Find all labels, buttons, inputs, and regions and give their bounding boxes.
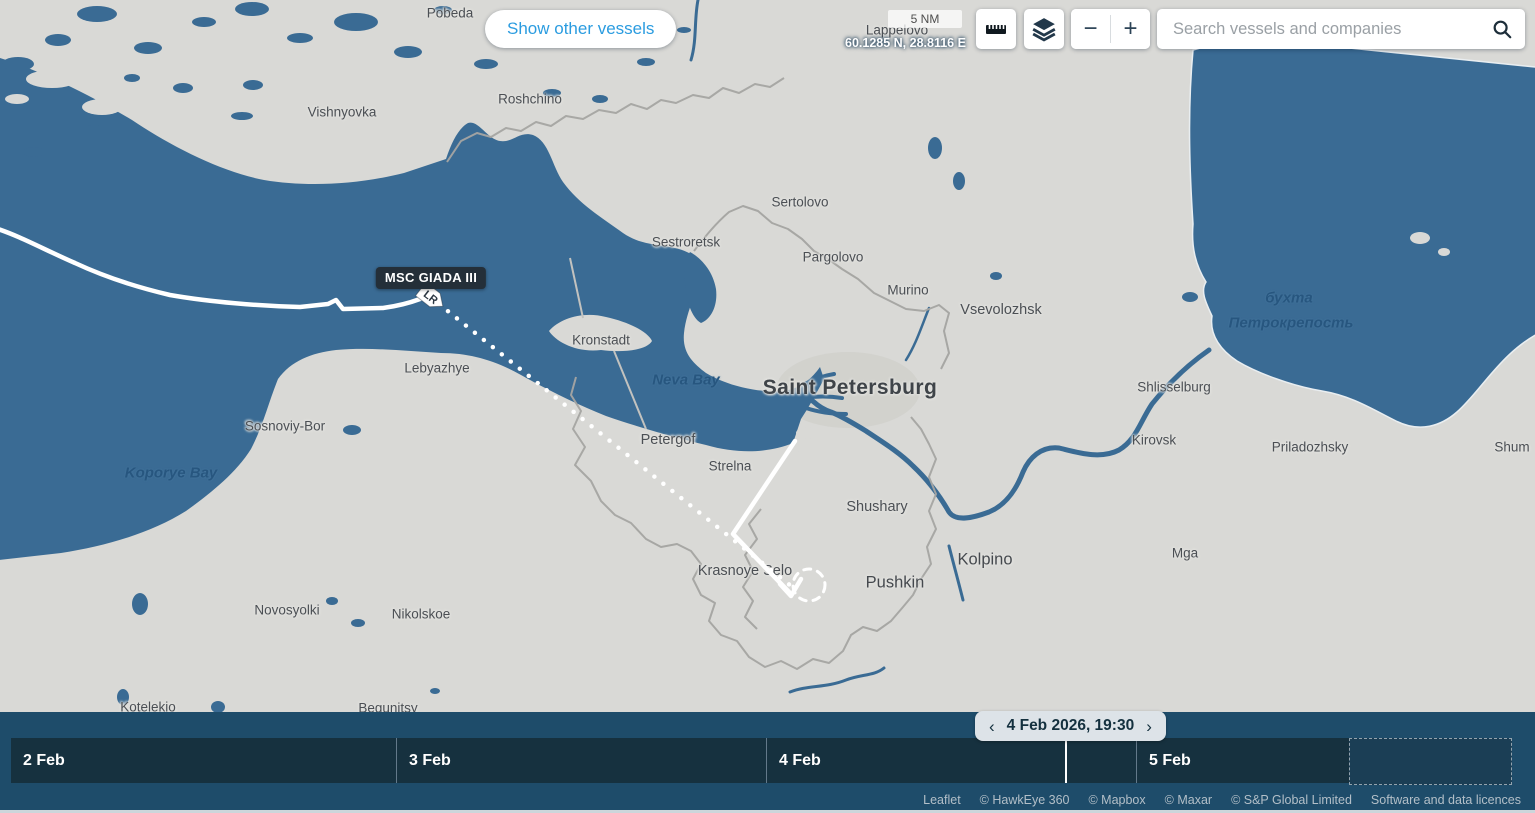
attribution-link[interactable]: Software and data licences	[1371, 793, 1521, 807]
attribution-link[interactable]: © Mapbox	[1088, 793, 1145, 807]
timeline-next-button[interactable]: ›	[1144, 718, 1154, 735]
timeline-day-label: 5 Feb	[1137, 752, 1191, 770]
map-scale: 5 NM	[888, 10, 962, 28]
timeline-day-label: 2 Feb	[11, 752, 65, 770]
map-attribution: Leaflet © HawkEye 360 © Mapbox © Maxar © S&P…	[923, 790, 1521, 810]
lake-island	[1410, 232, 1430, 244]
search-icon[interactable]	[1491, 18, 1513, 40]
attribution-link[interactable]: Leaflet	[923, 793, 961, 807]
lake-island	[1438, 248, 1450, 256]
timeline-day-label: 4 Feb	[767, 752, 821, 770]
search-bar	[1157, 9, 1525, 49]
timeline-day-segment[interactable]: 5 Feb	[1136, 738, 1350, 783]
timeline-day-segment[interactable]: 3 Feb	[396, 738, 767, 783]
timeline-current-time: ‹ 4 Feb 2026, 19:30 ›	[975, 711, 1166, 741]
timeline-prev-button[interactable]: ‹	[987, 718, 997, 735]
timeline-current-label: 4 Feb 2026, 19:30	[1007, 717, 1135, 735]
timeline-future-segment[interactable]	[1349, 738, 1512, 785]
vessel-name-label[interactable]: MSC GIADA III	[376, 267, 486, 289]
show-other-vessels-button[interactable]: Show other vessels	[485, 10, 676, 48]
map-canvas[interactable]	[0, 0, 1535, 813]
measure-button[interactable]	[976, 9, 1016, 49]
zoom-in-button[interactable]: +	[1111, 9, 1150, 49]
attribution-link[interactable]: © HawkEye 360	[980, 793, 1070, 807]
ruler-icon	[984, 17, 1008, 41]
attribution-link[interactable]: © S&P Global Limited	[1231, 793, 1352, 807]
timeline-day-label: 3 Feb	[397, 752, 451, 770]
timeline-day-segment[interactable]: 2 Feb	[11, 738, 396, 783]
zoom-out-button[interactable]: −	[1071, 9, 1110, 49]
timeline-bar[interactable]: 2 Feb 3 Feb 4 Feb 5 Feb ‹ 4 Feb 2026, 19:30…	[0, 712, 1535, 810]
zoom-control: − +	[1071, 9, 1150, 49]
search-input[interactable]	[1157, 9, 1491, 49]
coordinates-readout: 60.1285 N, 28.8116 E	[845, 36, 966, 50]
map-scale-label: 5 NM	[911, 12, 940, 26]
attribution-link[interactable]: © Maxar	[1165, 793, 1212, 807]
timeline-current-indicator[interactable]	[1065, 738, 1067, 783]
layers-button[interactable]	[1024, 9, 1064, 49]
timeline-day-segment[interactable]: 4 Feb	[766, 738, 1137, 783]
vessel-tracking-app: PobedaRoshchinoVishnyovkaLappelovoSertol…	[0, 0, 1535, 813]
layers-icon	[1031, 16, 1057, 42]
